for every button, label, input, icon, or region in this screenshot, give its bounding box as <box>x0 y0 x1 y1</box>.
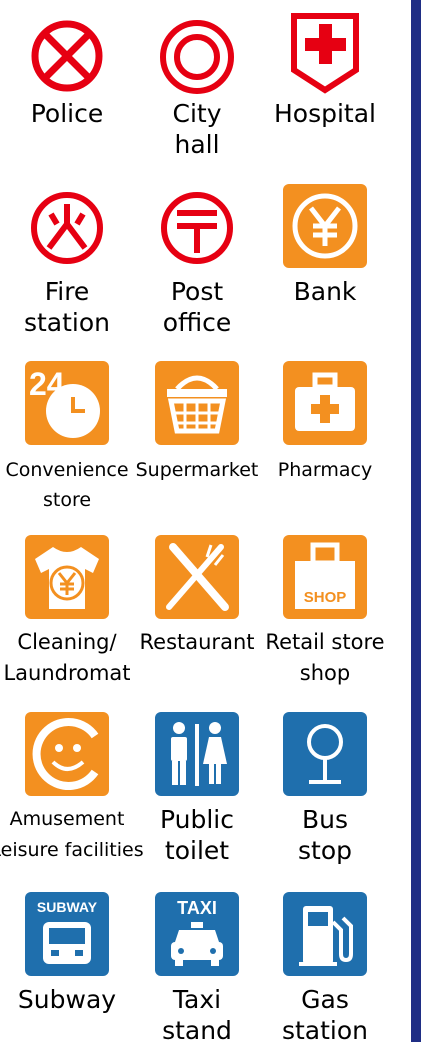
shop-bag-icon: SHOP <box>283 535 367 619</box>
svg-text:SHOP: SHOP <box>304 589 347 606</box>
fork-knife-icon <box>155 535 239 619</box>
bus-stop-icon <box>283 712 367 796</box>
red-cross-shield-icon <box>290 12 360 94</box>
map-symbol-legend: Police City hall Hospital Fire station P… <box>0 0 410 1045</box>
taxi-icon: TAXI <box>155 892 239 976</box>
legend-label: Retail store shop <box>265 630 385 685</box>
basket-icon <box>155 361 239 445</box>
double-circle-icon <box>158 18 236 96</box>
fire-symbol-icon <box>29 190 105 266</box>
medical-bag-icon <box>283 361 367 445</box>
legend-label: Hospital <box>273 99 376 128</box>
svg-text:TAXI: TAXI <box>177 898 217 918</box>
cross-circle-icon <box>29 18 105 94</box>
smiley-icon <box>25 712 109 796</box>
subway-icon: SUBWAY <box>25 892 109 976</box>
legend-label: Bus stop <box>298 805 352 865</box>
gas-pump-icon <box>283 892 367 976</box>
shirt-yen-icon <box>25 535 109 619</box>
svg-text:24: 24 <box>29 366 65 402</box>
legend-label: Bank <box>293 277 357 306</box>
right-edge-bar <box>411 0 421 1042</box>
yen-icon <box>283 184 367 268</box>
svg-text:SUBWAY: SUBWAY <box>37 899 98 915</box>
restroom-icon <box>155 712 239 796</box>
24h-clock-icon: 24 <box>25 361 109 445</box>
post-mark-icon <box>159 190 235 266</box>
legend-label: Pharmacy <box>277 459 373 481</box>
legend-label: Gas station <box>281 985 369 1045</box>
